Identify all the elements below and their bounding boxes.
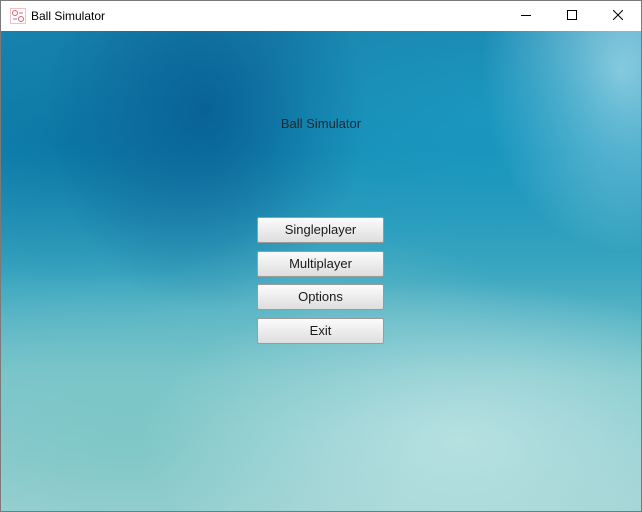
maximize-button[interactable]: [549, 1, 595, 31]
close-button[interactable]: [595, 1, 641, 31]
multiplayer-button[interactable]: Multiplayer: [257, 251, 384, 277]
minimize-icon: [521, 7, 531, 25]
exit-button[interactable]: Exit: [257, 318, 384, 344]
close-icon: [612, 7, 624, 25]
window-title: Ball Simulator: [31, 9, 106, 23]
app-window: Ball Simulator Ball Simulator Singleplay…: [0, 0, 642, 512]
title-bar[interactable]: Ball Simulator: [1, 1, 641, 31]
singleplayer-button[interactable]: Singleplayer: [257, 217, 384, 243]
app-icon: [10, 8, 26, 24]
options-button[interactable]: Options: [257, 284, 384, 310]
minimize-button[interactable]: [503, 1, 549, 31]
game-title: Ball Simulator: [280, 116, 362, 131]
maximize-icon: [567, 7, 577, 25]
menu-screen: Ball Simulator Singleplayer Multiplayer …: [1, 31, 641, 511]
